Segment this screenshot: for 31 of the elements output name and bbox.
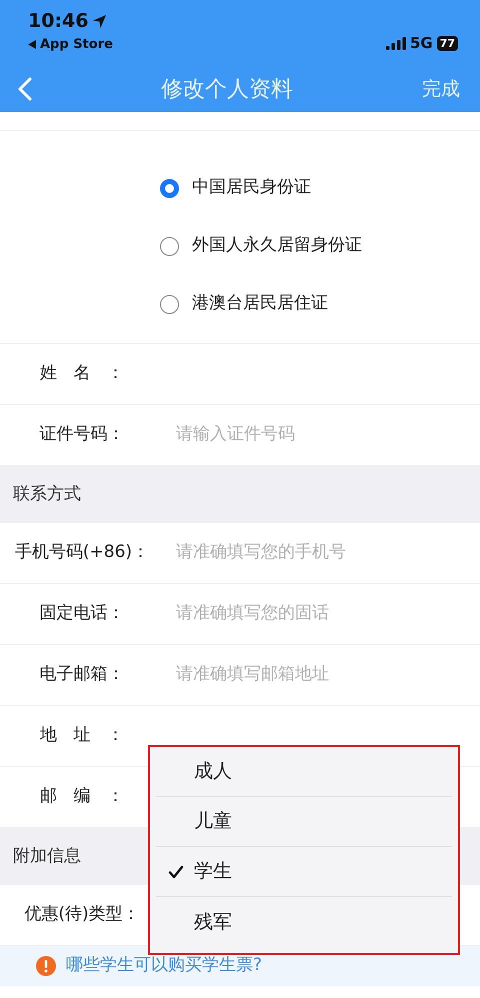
- back-button[interactable]: [18, 77, 32, 101]
- menu-item[interactable]: 成人: [156, 747, 452, 797]
- clock-time: 10:46: [28, 12, 88, 31]
- field-label: 电子邮箱：: [40, 663, 124, 686]
- menu-item[interactable]: 残军: [156, 897, 452, 947]
- menu-item[interactable]: 儿童: [156, 797, 452, 847]
- field-label: 地址：: [40, 724, 124, 748]
- id-type-option[interactable]: 外国人永久居留身份证: [160, 217, 362, 275]
- section-header: 联系方式: [13, 482, 81, 506]
- input-field[interactable]: 请准确填写您的固话: [176, 601, 466, 627]
- input-field[interactable]: 请准确填写邮箱地址: [176, 662, 466, 688]
- field-label: 证件号码：: [40, 423, 124, 446]
- back-app-label[interactable]: App Store: [40, 35, 113, 54]
- battery-level: 77: [436, 36, 458, 51]
- field-label: 优惠(待)类型：: [24, 903, 140, 926]
- input-field[interactable]: 请准确填写您的手机号: [176, 540, 466, 566]
- location-arrow-icon: [92, 14, 108, 29]
- field-label: 固定电话：: [40, 602, 124, 626]
- warning-icon: [36, 956, 56, 976]
- network-label: 5G: [410, 33, 433, 54]
- back-triangle-icon: [28, 40, 36, 50]
- id-type-option[interactable]: 中国居民身份证: [160, 159, 311, 217]
- section-header: 附加信息: [13, 844, 81, 868]
- field-label: 手机号码(+86)：: [14, 541, 150, 564]
- menu-item[interactable]: 学生: [156, 847, 452, 897]
- id-type-option[interactable]: 港澳台居民居住证: [160, 275, 328, 333]
- input-field[interactable]: 请输入证件号码: [176, 422, 466, 448]
- signal-icon: [386, 36, 406, 50]
- page-title: 修改个人资料: [161, 76, 293, 104]
- field-label: 姓名：: [40, 362, 124, 386]
- field-label: 邮编：: [40, 785, 124, 808]
